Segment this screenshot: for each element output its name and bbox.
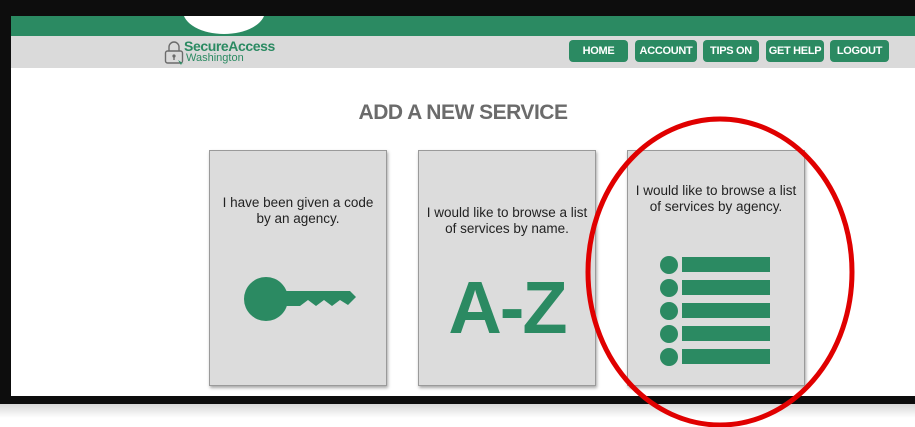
padlock-icon	[164, 41, 184, 65]
frame-left	[0, 0, 11, 404]
card-agency-code[interactable]: I have been given a code by an agency.	[209, 150, 387, 386]
get-help-button[interactable]: GET HELP	[766, 40, 824, 62]
card-text: I would like to browse a list of service…	[426, 205, 588, 236]
frame-bottom	[0, 396, 915, 404]
frame-shadow	[0, 404, 915, 427]
header-nav-strip: SecureAccess Washington HOME ACCOUNT TIP…	[11, 36, 915, 68]
account-button[interactable]: ACCOUNT	[635, 40, 697, 62]
logout-button[interactable]: LOGOUT	[830, 40, 889, 62]
card-browse-by-name[interactable]: I would like to browse a list of service…	[418, 150, 596, 386]
list-icon	[660, 256, 770, 366]
browser-viewport: SecureAccess Washington HOME ACCOUNT TIP…	[11, 16, 915, 396]
card-text: I would like to browse a list of service…	[635, 183, 797, 214]
tips-on-button[interactable]: TIPS ON	[703, 40, 759, 62]
card-browse-by-agency[interactable]: I would like to browse a list of service…	[627, 150, 805, 386]
frame-top	[0, 0, 915, 16]
top-green-bar	[11, 16, 915, 36]
page-title: ADD A NEW SERVICE	[358, 101, 568, 124]
a-z-icon: A-Z	[448, 266, 567, 349]
logo-subtitle: Washington	[186, 52, 244, 64]
card-text: I have been given a code by an agency.	[222, 195, 374, 226]
home-button[interactable]: HOME	[569, 40, 628, 62]
key-icon	[244, 277, 356, 321]
